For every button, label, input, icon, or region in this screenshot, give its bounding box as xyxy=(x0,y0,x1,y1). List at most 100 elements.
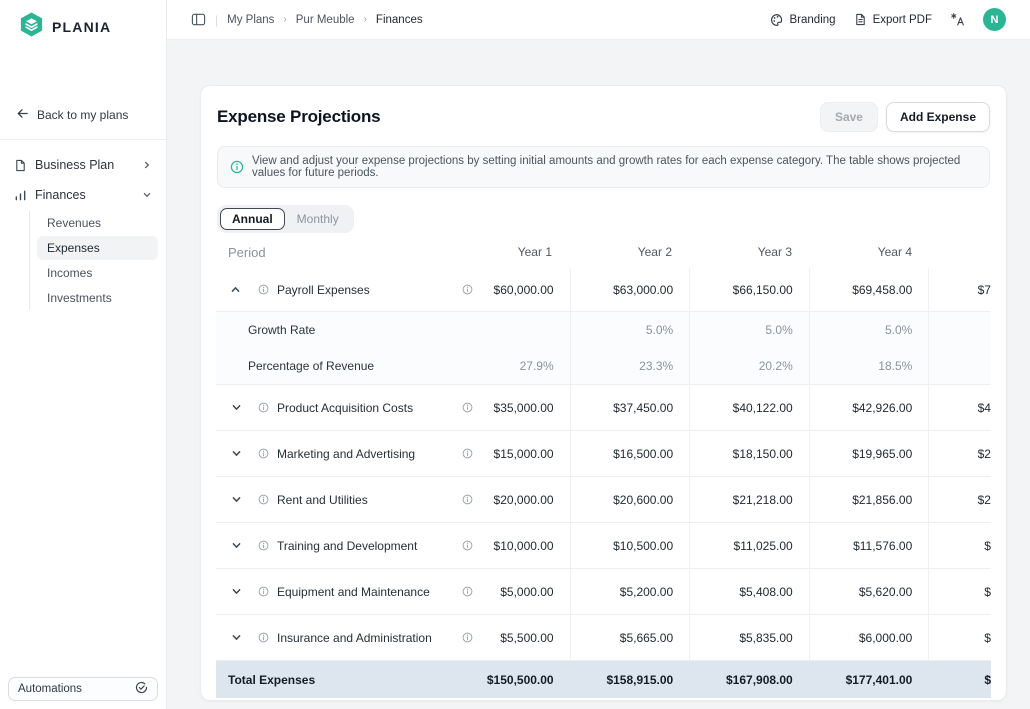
value-cell[interactable]: $20,000.00 xyxy=(450,477,570,522)
total-value: $158,915.00 xyxy=(570,661,690,698)
expand-row-chevron-icon[interactable] xyxy=(224,402,248,413)
value-cell[interactable]: $60,000.00 xyxy=(450,268,570,311)
translate-icon[interactable] xyxy=(950,12,965,27)
expense-value: $5,000.00 xyxy=(500,585,553,599)
expand-row-chevron-icon[interactable] xyxy=(224,448,248,459)
sidebar-item-expenses[interactable]: Expenses xyxy=(37,236,158,260)
expense-name-cell: Equipment and Maintenance xyxy=(216,569,450,614)
column-header: Year 1 xyxy=(448,245,568,259)
value-cell-clipped: $7 xyxy=(928,268,991,311)
document-icon xyxy=(14,159,27,172)
expense-value: $60,000.00 xyxy=(494,283,554,297)
sidebar: PLANIA Back to my plans Business Plan xyxy=(0,0,167,709)
chevron-down-icon xyxy=(142,190,152,200)
brand-logo[interactable]: PLANIA xyxy=(0,0,166,43)
expense-details: Growth Rate5.0%5.0%5.0%Percentage of Rev… xyxy=(216,312,991,385)
value-cell: $66,150.00 xyxy=(689,268,809,311)
brand-name: PLANIA xyxy=(52,19,111,35)
expense-row: Equipment and Maintenance$5,000.00$5,200… xyxy=(216,569,991,615)
info-icon xyxy=(258,632,269,643)
chevron-right-icon xyxy=(142,160,152,170)
sidebar-item-business-plan[interactable]: Business Plan xyxy=(8,150,158,180)
toggle-annual[interactable]: Annual xyxy=(220,208,285,230)
sidebar-item-revenues[interactable]: Revenues xyxy=(37,211,158,235)
detail-value[interactable]: 5.0% xyxy=(570,312,690,348)
value-cell: $37,450.00 xyxy=(570,385,690,430)
palette-icon xyxy=(770,13,784,27)
expense-name: Equipment and Maintenance xyxy=(277,585,430,599)
value-cell: $5,408.00 xyxy=(689,569,809,614)
info-icon xyxy=(258,586,269,597)
value-cell: $11,025.00 xyxy=(689,523,809,568)
value-cell[interactable]: $10,000.00 xyxy=(450,523,570,568)
info-icon xyxy=(258,284,269,295)
breadcrumb-my-plans[interactable]: My Plans xyxy=(227,14,274,26)
automations-button[interactable]: Automations xyxy=(8,677,158,701)
info-icon xyxy=(462,632,473,643)
info-icon xyxy=(258,494,269,505)
detail-value[interactable]: 5.0% xyxy=(809,312,929,348)
chevron-right-icon: › xyxy=(283,14,286,25)
value-cell[interactable]: $35,000.00 xyxy=(450,385,570,430)
expense-value: $20,000.00 xyxy=(494,493,554,507)
value-cell-clipped: $ xyxy=(928,615,991,660)
expense-name-cell: Payroll Expenses xyxy=(216,268,450,311)
detail-row: Percentage of Revenue27.9%23.3%20.2%18.5… xyxy=(216,348,991,384)
branding-button[interactable]: Branding xyxy=(770,13,836,27)
sidebar-item-finances[interactable]: Finances xyxy=(8,180,158,210)
sidebar-item-investments[interactable]: Investments xyxy=(37,286,158,310)
sidebar-toggle-icon[interactable] xyxy=(191,12,206,27)
expense-row: Payroll Expenses$60,000.00$63,000.00$66,… xyxy=(216,268,991,312)
info-icon xyxy=(462,402,473,413)
expand-row-chevron-icon[interactable] xyxy=(224,632,248,643)
add-expense-button[interactable]: Add Expense xyxy=(886,102,990,132)
detail-value: 18.5% xyxy=(809,348,929,384)
expense-value: $10,000.00 xyxy=(494,539,554,553)
toggle-monthly[interactable]: Monthly xyxy=(285,208,351,230)
detail-label: Growth Rate xyxy=(216,312,450,348)
expand-row-chevron-icon[interactable] xyxy=(224,494,248,505)
app-window: PLANIA Back to my plans Business Plan xyxy=(0,0,1030,709)
value-cell: $16,500.00 xyxy=(570,431,690,476)
column-header: Year 4 xyxy=(808,245,928,259)
export-pdf-button[interactable]: Export PDF xyxy=(854,13,932,26)
value-cell: $21,218.00 xyxy=(689,477,809,522)
value-cell[interactable]: $5,000.00 xyxy=(450,569,570,614)
expand-row-chevron-icon[interactable] xyxy=(224,540,248,551)
table-header-row: Period Year 1Year 2Year 3Year 4 xyxy=(216,236,991,268)
value-cell: $18,150.00 xyxy=(689,431,809,476)
value-cell: $19,965.00 xyxy=(809,431,929,476)
finances-sub-list: Revenues Expenses Incomes Investments xyxy=(29,211,158,310)
back-to-plans-link[interactable]: Back to my plans xyxy=(16,107,150,139)
expense-table: Period Year 1Year 2Year 3Year 4 Payroll … xyxy=(216,236,991,701)
breadcrumb-plan-name[interactable]: Pur Meuble xyxy=(296,14,355,26)
column-header-clipped xyxy=(928,245,991,259)
value-cell: $6,000.00 xyxy=(809,615,929,660)
expense-name-cell: Training and Development xyxy=(216,523,450,568)
value-cell: $5,620.00 xyxy=(809,569,929,614)
period-column-header: Period xyxy=(216,245,448,260)
top-bar: | My Plans › Pur Meuble › Finances Brand… xyxy=(167,0,1030,40)
expense-name-cell: Insurance and Administration xyxy=(216,615,450,660)
value-cell: $11,576.00 xyxy=(809,523,929,568)
card-header: Expense Projections Save Add Expense xyxy=(217,102,990,132)
total-label: Total Expenses xyxy=(216,661,450,698)
expense-name: Training and Development xyxy=(277,539,417,553)
detail-value[interactable]: 5.0% xyxy=(689,312,809,348)
value-cell: $5,835.00 xyxy=(689,615,809,660)
info-icon xyxy=(462,494,473,505)
sidebar-nav: Business Plan Finances Revenues Expenses… xyxy=(0,140,166,310)
value-cell[interactable]: $15,000.00 xyxy=(450,431,570,476)
expense-row: Marketing and Advertising$15,000.00$16,5… xyxy=(216,431,991,477)
avatar[interactable]: N xyxy=(983,8,1006,31)
collapse-row-chevron-icon[interactable] xyxy=(224,284,248,295)
value-cell[interactable]: $5,500.00 xyxy=(450,615,570,660)
info-icon xyxy=(462,448,473,459)
value-cell: $69,458.00 xyxy=(809,268,929,311)
sidebar-item-incomes[interactable]: Incomes xyxy=(37,261,158,285)
expense-row: Insurance and Administration$5,500.00 $5,… xyxy=(216,615,991,661)
chevron-right-icon: › xyxy=(364,14,367,25)
save-button[interactable]: Save xyxy=(820,102,878,132)
info-banner-text: View and adjust your expense projections… xyxy=(252,155,977,179)
expand-row-chevron-icon[interactable] xyxy=(224,586,248,597)
